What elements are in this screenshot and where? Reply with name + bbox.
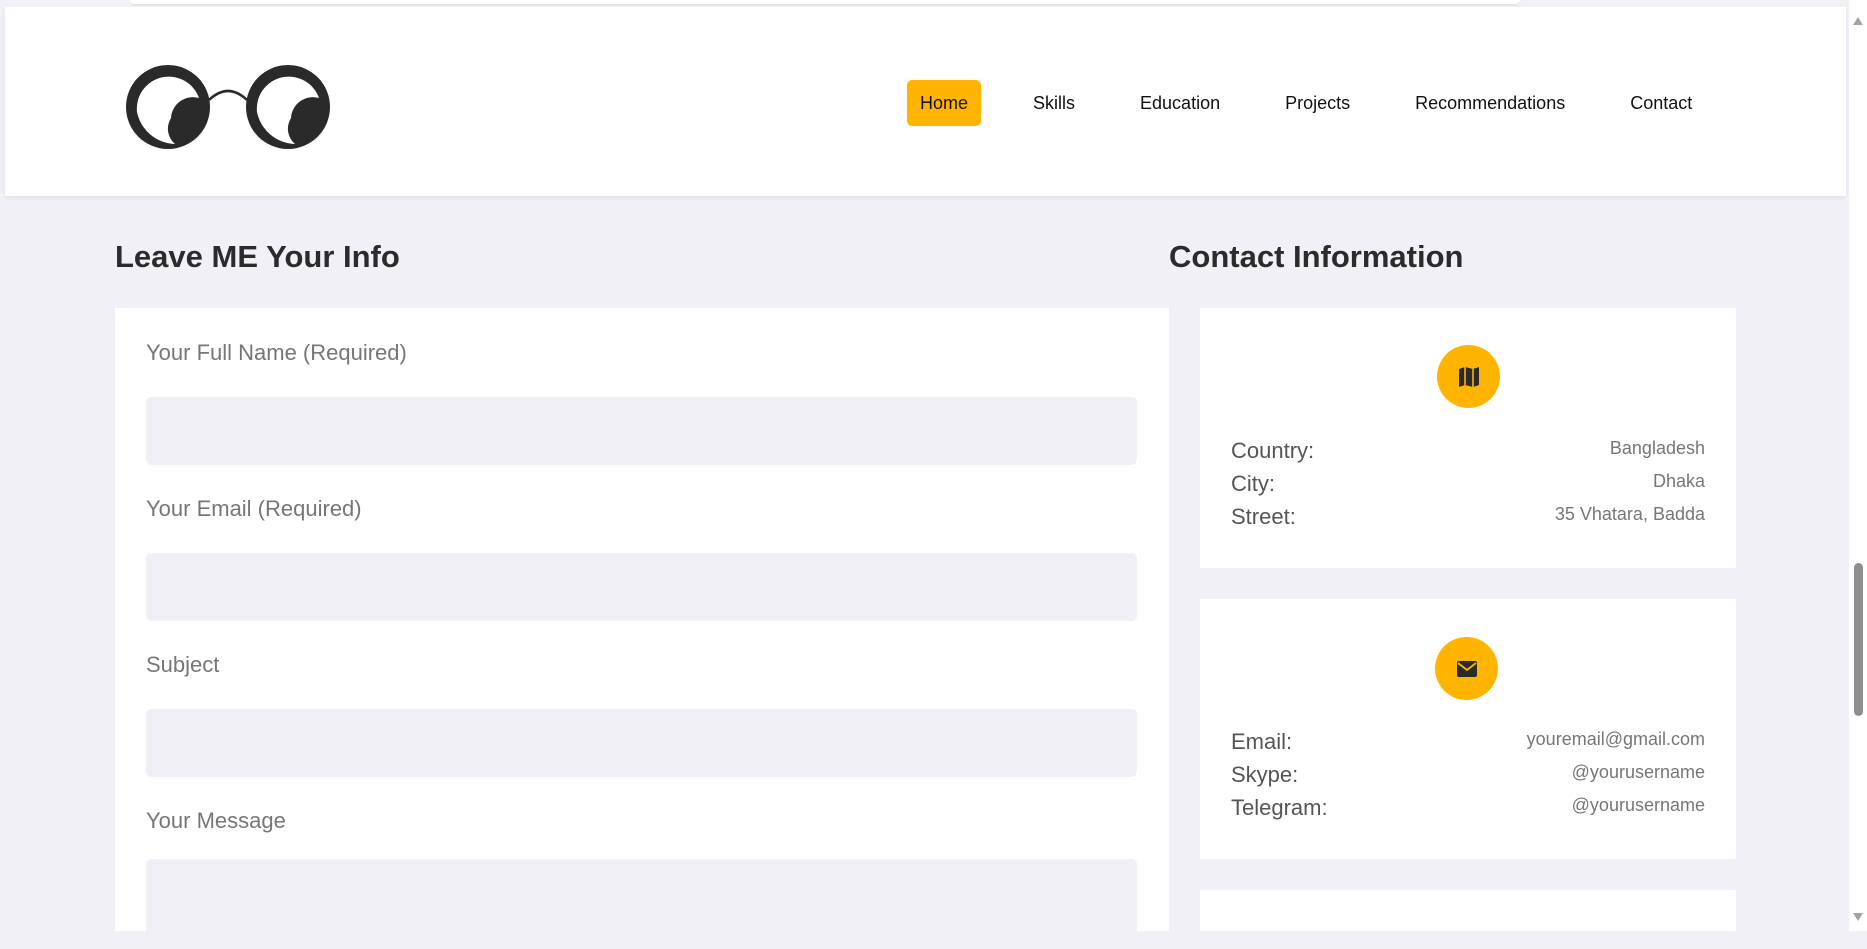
email-value[interactable]: youremail@gmail.com [1527, 729, 1705, 750]
address-row: City: Dhaka [1231, 471, 1705, 504]
skype-key: Skype: [1231, 762, 1299, 787]
site-header: Home Skills Education Projects Recommend… [5, 7, 1846, 196]
message-label: Your Message [146, 808, 286, 833]
next-info-card [1200, 890, 1736, 931]
subject-input[interactable] [146, 709, 1137, 777]
top-strip [0, 0, 1849, 7]
envelope-icon [1435, 637, 1498, 700]
nav-item-recommendations[interactable]: Recommendations [1402, 80, 1578, 126]
telegram-key: Telegram: [1231, 795, 1328, 820]
country-value: Bangladesh [1609, 438, 1705, 458]
address-card: Country: Bangladesh City: Dhaka Street: … [1200, 308, 1736, 568]
address-row: Country: Bangladesh [1231, 438, 1705, 471]
page-scrollbar[interactable] [1849, 0, 1867, 931]
scroll-thumb[interactable] [1854, 563, 1863, 716]
full-name-label: Your Full Name (Required) [146, 340, 407, 365]
email-input[interactable] [146, 553, 1137, 621]
contact-row: Email: youremail@gmail.com [1231, 729, 1705, 762]
address-row: Street: 35 Vhatara, Badda [1231, 504, 1705, 537]
contact-row: Telegram: @yourusername [1231, 795, 1705, 828]
contact-methods-card: Email: youremail@gmail.com Skype: @youru… [1200, 599, 1736, 859]
subject-label: Subject [146, 652, 220, 677]
main-nav: Home Skills Education Projects Recommend… [907, 80, 1705, 126]
skype-value[interactable]: @yourusername [1572, 762, 1705, 783]
contact-title: Contact Information [1169, 239, 1464, 274]
nav-item-contact[interactable]: Contact [1617, 80, 1705, 126]
nav-item-projects[interactable]: Projects [1272, 80, 1363, 126]
email-label: Your Email (Required) [146, 496, 362, 521]
nav-item-home[interactable]: Home [907, 80, 982, 126]
contact-row: Skype: @yourusername [1231, 762, 1705, 795]
form-title: Leave ME Your Info [115, 239, 400, 274]
map-icon [1437, 345, 1500, 408]
country-key: Country: [1231, 438, 1315, 463]
email-key: Email: [1231, 729, 1293, 754]
nav-item-skills[interactable]: Skills [1020, 80, 1088, 126]
scroll-down-icon[interactable] [1853, 913, 1863, 921]
street-key: Street: [1231, 504, 1296, 529]
street-value: 35 Vhatara, Badda [1554, 504, 1705, 524]
city-value: Dhaka [1652, 471, 1705, 491]
scroll-up-icon[interactable] [1853, 17, 1863, 25]
full-name-input[interactable] [146, 397, 1137, 465]
search-bar-edge [130, 0, 1520, 4]
glasses-logo-icon[interactable] [125, 60, 331, 154]
message-textarea[interactable] [146, 859, 1137, 949]
city-key: City: [1231, 471, 1275, 496]
telegram-value[interactable]: @yourusername [1572, 795, 1705, 816]
nav-item-education[interactable]: Education [1127, 80, 1233, 126]
